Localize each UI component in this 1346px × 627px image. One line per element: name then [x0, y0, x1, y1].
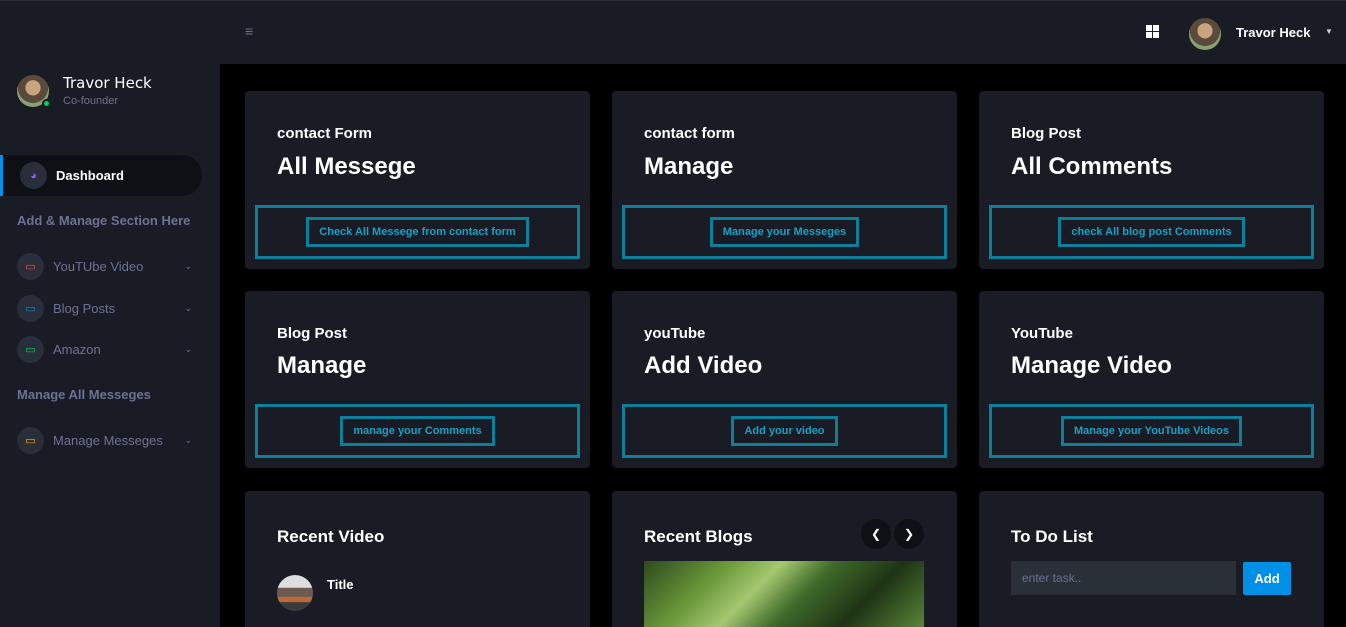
card-subtitle: youTube: [644, 325, 706, 342]
user-menu-name[interactable]: Travor Heck: [1236, 25, 1310, 40]
chevron-down-icon: ⌄: [184, 303, 192, 313]
chevron-down-icon: ⌄: [184, 344, 192, 354]
carousel-prev-button[interactable]: ❮: [861, 519, 891, 549]
card-blog-post-all-comments: Blog Post All Comments check All blog po…: [979, 91, 1324, 269]
card-title: Add Video: [644, 352, 763, 379]
sidebar-item-label: YouTUbe Video: [53, 259, 144, 274]
recent-blogs-heading: Recent Blogs: [644, 527, 753, 546]
video-title[interactable]: Title: [327, 577, 354, 592]
sidebar-item-manage-messeges[interactable]: ▭ Manage Messeges ⌄: [17, 427, 192, 454]
add-task-button[interactable]: Add: [1243, 562, 1291, 595]
section-title-manage-messeges: Manage All Messeges: [17, 387, 151, 402]
check-all-comments-button[interactable]: check All blog post Comments: [1058, 217, 1245, 247]
laptop-icon: ▭: [17, 336, 44, 363]
laptop-icon: ▭: [17, 427, 44, 454]
sidebar-item-blog-posts[interactable]: ▭ Blog Posts ⌄: [17, 295, 192, 322]
card-button-frame: Manage your YouTube Videos: [989, 404, 1314, 458]
avatar: [17, 74, 51, 108]
menu-toggle-icon[interactable]: ≡: [245, 23, 253, 39]
sidebar-item-label: Manage Messeges: [53, 433, 163, 448]
card-button-frame: manage your Comments: [255, 404, 580, 458]
sidebar-item-youtube-video[interactable]: ▭ YouTUbe Video ⌄: [17, 253, 192, 280]
card-title: Manage Video: [1011, 352, 1172, 379]
card-recent-blogs: Recent Blogs ❮ ❯: [612, 491, 957, 627]
manage-messeges-button[interactable]: Manage your Messeges: [709, 217, 860, 247]
top-navbar: ≡ Travor Heck ▼: [220, 0, 1346, 64]
card-subtitle: contact Form: [277, 125, 373, 142]
sidebar: Travor Heck Co-founder ◕ Dashboard Add &…: [0, 0, 220, 627]
chevron-down-icon: ⌄: [184, 435, 192, 445]
card-subtitle: Blog Post: [277, 325, 347, 342]
card-contact-form-all-messege: contact Form All Messege Check All Messe…: [245, 91, 590, 269]
carousel-next-button[interactable]: ❯: [894, 519, 924, 549]
add-video-button[interactable]: Add your video: [731, 416, 838, 446]
sidebar-item-label: Dashboard: [56, 168, 124, 183]
sidebar-item-dashboard[interactable]: ◕ Dashboard: [0, 155, 202, 196]
card-to-do-list: To Do List Add: [979, 491, 1324, 627]
caret-down-icon[interactable]: ▼: [1325, 27, 1333, 36]
sidebar-item-amazon[interactable]: ▭ Amazon ⌄: [17, 336, 192, 363]
card-subtitle: Blog Post: [1011, 125, 1081, 142]
card-youtube-add-video: youTube Add Video Add your video: [612, 291, 957, 468]
card-blog-post-manage: Blog Post Manage manage your Comments: [245, 291, 590, 468]
card-subtitle: YouTube: [1011, 325, 1073, 342]
online-status-dot: [42, 98, 51, 108]
profile-role: Co-founder: [63, 95, 119, 107]
sidebar-profile[interactable]: Travor Heck Co-founder: [17, 74, 152, 108]
card-button-frame: check All blog post Comments: [989, 205, 1314, 259]
recent-video-heading: Recent Video: [277, 527, 385, 546]
chevron-down-icon: ⌄: [184, 261, 192, 271]
card-button-frame: Add your video: [622, 404, 947, 458]
section-title-add-manage: Add & Manage Section Here: [17, 213, 191, 228]
card-contact-form-manage: contact form Manage Manage your Messeges: [612, 91, 957, 269]
avatar[interactable]: [1189, 18, 1221, 50]
blog-image[interactable]: [644, 561, 924, 627]
task-input[interactable]: [1011, 561, 1236, 595]
manage-youtube-videos-button[interactable]: Manage your YouTube Videos: [1060, 416, 1243, 446]
video-thumbnail[interactable]: [277, 575, 313, 611]
card-youtube-manage-video: YouTube Manage Video Manage your YouTube…: [979, 291, 1324, 468]
card-subtitle: contact form: [644, 125, 735, 142]
card-title: All Messege: [277, 153, 416, 180]
laptop-icon: ▭: [17, 253, 44, 280]
sidebar-item-label: Blog Posts: [53, 301, 116, 316]
speedometer-icon: ◕: [20, 162, 47, 189]
sidebar-item-label: Amazon: [53, 342, 101, 357]
todo-heading: To Do List: [1011, 527, 1093, 546]
manage-comments-button[interactable]: manage your Comments: [340, 416, 495, 446]
card-button-frame: Check All Messege from contact form: [255, 205, 580, 259]
card-title: All Comments: [1011, 153, 1173, 180]
card-button-frame: Manage your Messeges: [622, 205, 947, 259]
card-title: Manage: [644, 153, 734, 180]
apps-grid-icon[interactable]: [1146, 25, 1159, 38]
card-recent-video: Recent Video Title: [245, 491, 590, 627]
check-all-messege-button[interactable]: Check All Messege from contact form: [306, 217, 529, 247]
laptop-icon: ▭: [17, 295, 44, 322]
card-title: Manage: [277, 352, 367, 379]
profile-name: Travor Heck: [63, 74, 152, 92]
